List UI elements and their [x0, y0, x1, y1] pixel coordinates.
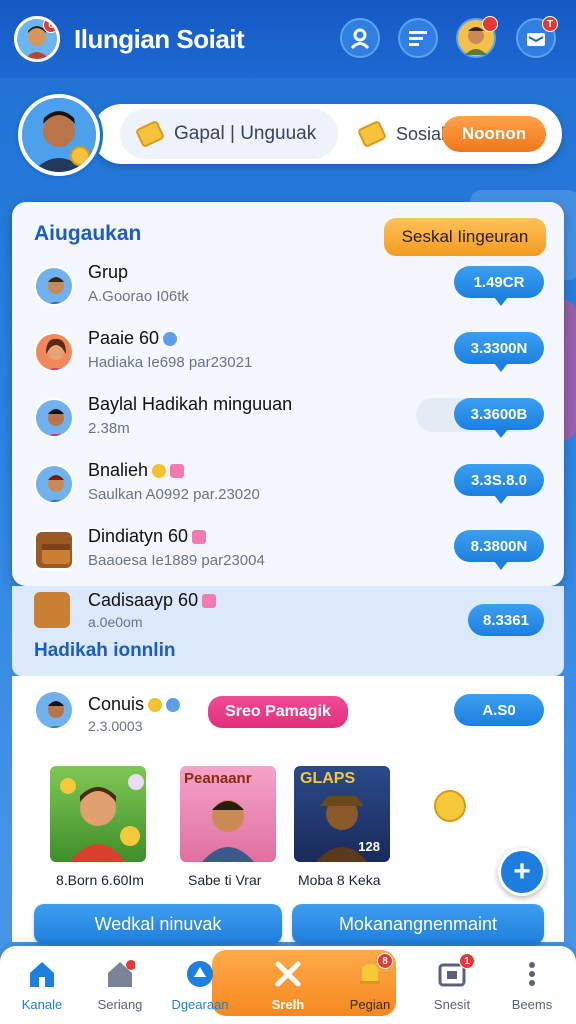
globe-icon	[185, 959, 215, 989]
game-thumbnail[interactable]: GLAPS 128	[292, 764, 392, 864]
nav-item-explore[interactable]: Dgearaan	[164, 946, 236, 1024]
rewards-section: Cadisaayp 60 a.0e0om 8.3361 Hadikah ionn…	[12, 586, 564, 676]
coin-icon	[152, 464, 167, 479]
row-name: Cadisaayp 60	[88, 590, 217, 611]
house-alert-icon	[105, 959, 136, 989]
right-action-button[interactable]: Mokanangnenmaint	[292, 904, 544, 944]
row-sub: Saulkan A0992 par.23020	[88, 486, 260, 503]
list-item[interactable]: Dindiatyn 60 Baaoesa Ie1889 par23004 8.3…	[34, 526, 544, 586]
profile-pill-middle[interactable]: Sosial	[356, 119, 445, 149]
profile-pill-left[interactable]: Gapal | Unguuak	[120, 109, 338, 159]
row-sub: 2.38m	[88, 420, 130, 437]
game-thumbnail[interactable]	[48, 764, 148, 864]
gem-icon	[192, 530, 207, 545]
thumbnail-label: 8.Born 6.60Im	[56, 872, 144, 888]
coin-icon	[434, 790, 466, 822]
row-value[interactable]: 1.49CR	[454, 266, 544, 306]
inbox-button[interactable]: T	[516, 16, 558, 58]
avatar	[34, 690, 74, 730]
row-name: Bnalieh	[88, 460, 185, 481]
close-icon	[273, 959, 303, 989]
person-icon	[350, 28, 370, 49]
row-value[interactable]: 8.3361	[468, 604, 544, 636]
bell-icon: 8	[355, 953, 393, 989]
row-name: Grup	[88, 262, 129, 282]
add-button[interactable]: +	[498, 848, 546, 896]
notification-badge	[482, 16, 498, 32]
row-sub: A.Goorao I06tk	[88, 288, 189, 305]
mailbox-icon	[527, 33, 545, 46]
notification-badge: 8	[377, 953, 393, 969]
inbox-icon: 1	[437, 953, 475, 989]
section-title: Hadikah ionnlin	[34, 640, 176, 661]
ticket-icon	[134, 119, 166, 149]
ticket-icon	[356, 119, 388, 149]
profile-action-button[interactable]: Noonon	[442, 116, 546, 152]
notification-badge: T	[542, 16, 558, 32]
nav-item-home[interactable]: Kanale	[6, 946, 78, 1024]
chest-avatar	[34, 530, 74, 570]
row-value[interactable]: 8.3800N	[454, 530, 544, 570]
row-sub: Baaoesa Ie1889 par23004	[88, 552, 265, 569]
row-value[interactable]: A.S0	[454, 694, 544, 726]
avatar	[34, 332, 74, 372]
shield-icon	[166, 698, 181, 713]
nav-item-notifications[interactable]: 8 Pegian	[334, 946, 406, 1024]
friend-avatar-button[interactable]	[456, 16, 498, 58]
app-header: 6 Ilungian Soiait T	[0, 0, 576, 78]
user-sub: 2.3.0003	[88, 718, 143, 734]
leaderboard-card: Aiugaukan Seskal Iingeuran Grup A.Goorao…	[12, 202, 564, 586]
notification-badge: 6	[43, 19, 57, 33]
avatar	[34, 398, 74, 438]
left-action-button[interactable]: Wedkal ninuvak	[34, 904, 282, 944]
chest-icon	[34, 592, 70, 628]
row-name: Dindiatyn 60	[88, 526, 207, 547]
thumbnail-tag: 128	[358, 839, 380, 854]
list-icon	[409, 31, 427, 46]
profile-avatar[interactable]	[18, 94, 100, 176]
list-item[interactable]: Bnalieh Saulkan A0992 par.23020 3.3S.8.0	[34, 460, 544, 520]
profile-bar: Gapal | Unguuak Sosial Noonon	[92, 104, 562, 164]
thumbnail-title: Peanaanr	[184, 770, 252, 787]
avatar	[34, 464, 74, 504]
user-name: Conuis	[88, 694, 181, 715]
card-action-button[interactable]: Seskal Iingeuran	[384, 218, 546, 256]
row-value[interactable]: 3.3600B	[454, 398, 544, 438]
thumbnail-title: GLAPS	[300, 770, 356, 787]
list-item[interactable]: Baylal Hadikah minguuan 2.38m 3.3600B	[34, 394, 544, 454]
app-title: Ilungian Soiait	[74, 23, 245, 54]
game-thumbnail[interactable]: Peanaanr	[178, 764, 278, 864]
nav-item-inbox[interactable]: 1 Snesit	[416, 946, 488, 1024]
nav-item-more[interactable]: Beems	[496, 946, 568, 1024]
shield-icon	[163, 332, 178, 347]
gem-icon	[202, 594, 217, 609]
more-icon	[517, 959, 547, 989]
thumbnail-label: Sabe ti Vrar	[188, 872, 262, 888]
home-icon	[27, 959, 57, 989]
nav-item-center[interactable]: Srelh	[252, 946, 324, 1024]
user-avatar[interactable]: 6	[14, 16, 60, 62]
thumbnail-label: Moba 8 Keka	[298, 872, 381, 888]
row-value[interactable]: 3.3S.8.0	[454, 464, 544, 504]
avatar	[34, 266, 74, 306]
row-sub: Hadiaka Ie698 par23021	[88, 354, 253, 371]
coin-icon	[148, 698, 163, 713]
plus-icon: +	[513, 855, 531, 888]
row-name: Baylal Hadikah minguuan	[88, 394, 293, 414]
row-value[interactable]: 3.3300N	[454, 332, 544, 372]
profile-button[interactable]	[340, 18, 380, 58]
row-name: Paaie 60	[88, 328, 178, 349]
gem-icon	[170, 464, 185, 479]
notification-badge: 1	[459, 953, 475, 969]
card-title: Aiugaukan	[34, 222, 142, 245]
row-sub: a.0e0om	[88, 614, 143, 630]
list-item[interactable]: Grup A.Goorao I06tk 1.49CR	[34, 262, 544, 322]
nav-item-seriang[interactable]: Seriang	[84, 946, 156, 1024]
pink-action-button[interactable]: Sreo Pamagik	[208, 696, 348, 728]
menu-button[interactable]	[398, 18, 438, 58]
list-item[interactable]: Paaie 60 Hadiaka Ie698 par23021 3.3300N	[34, 328, 544, 388]
